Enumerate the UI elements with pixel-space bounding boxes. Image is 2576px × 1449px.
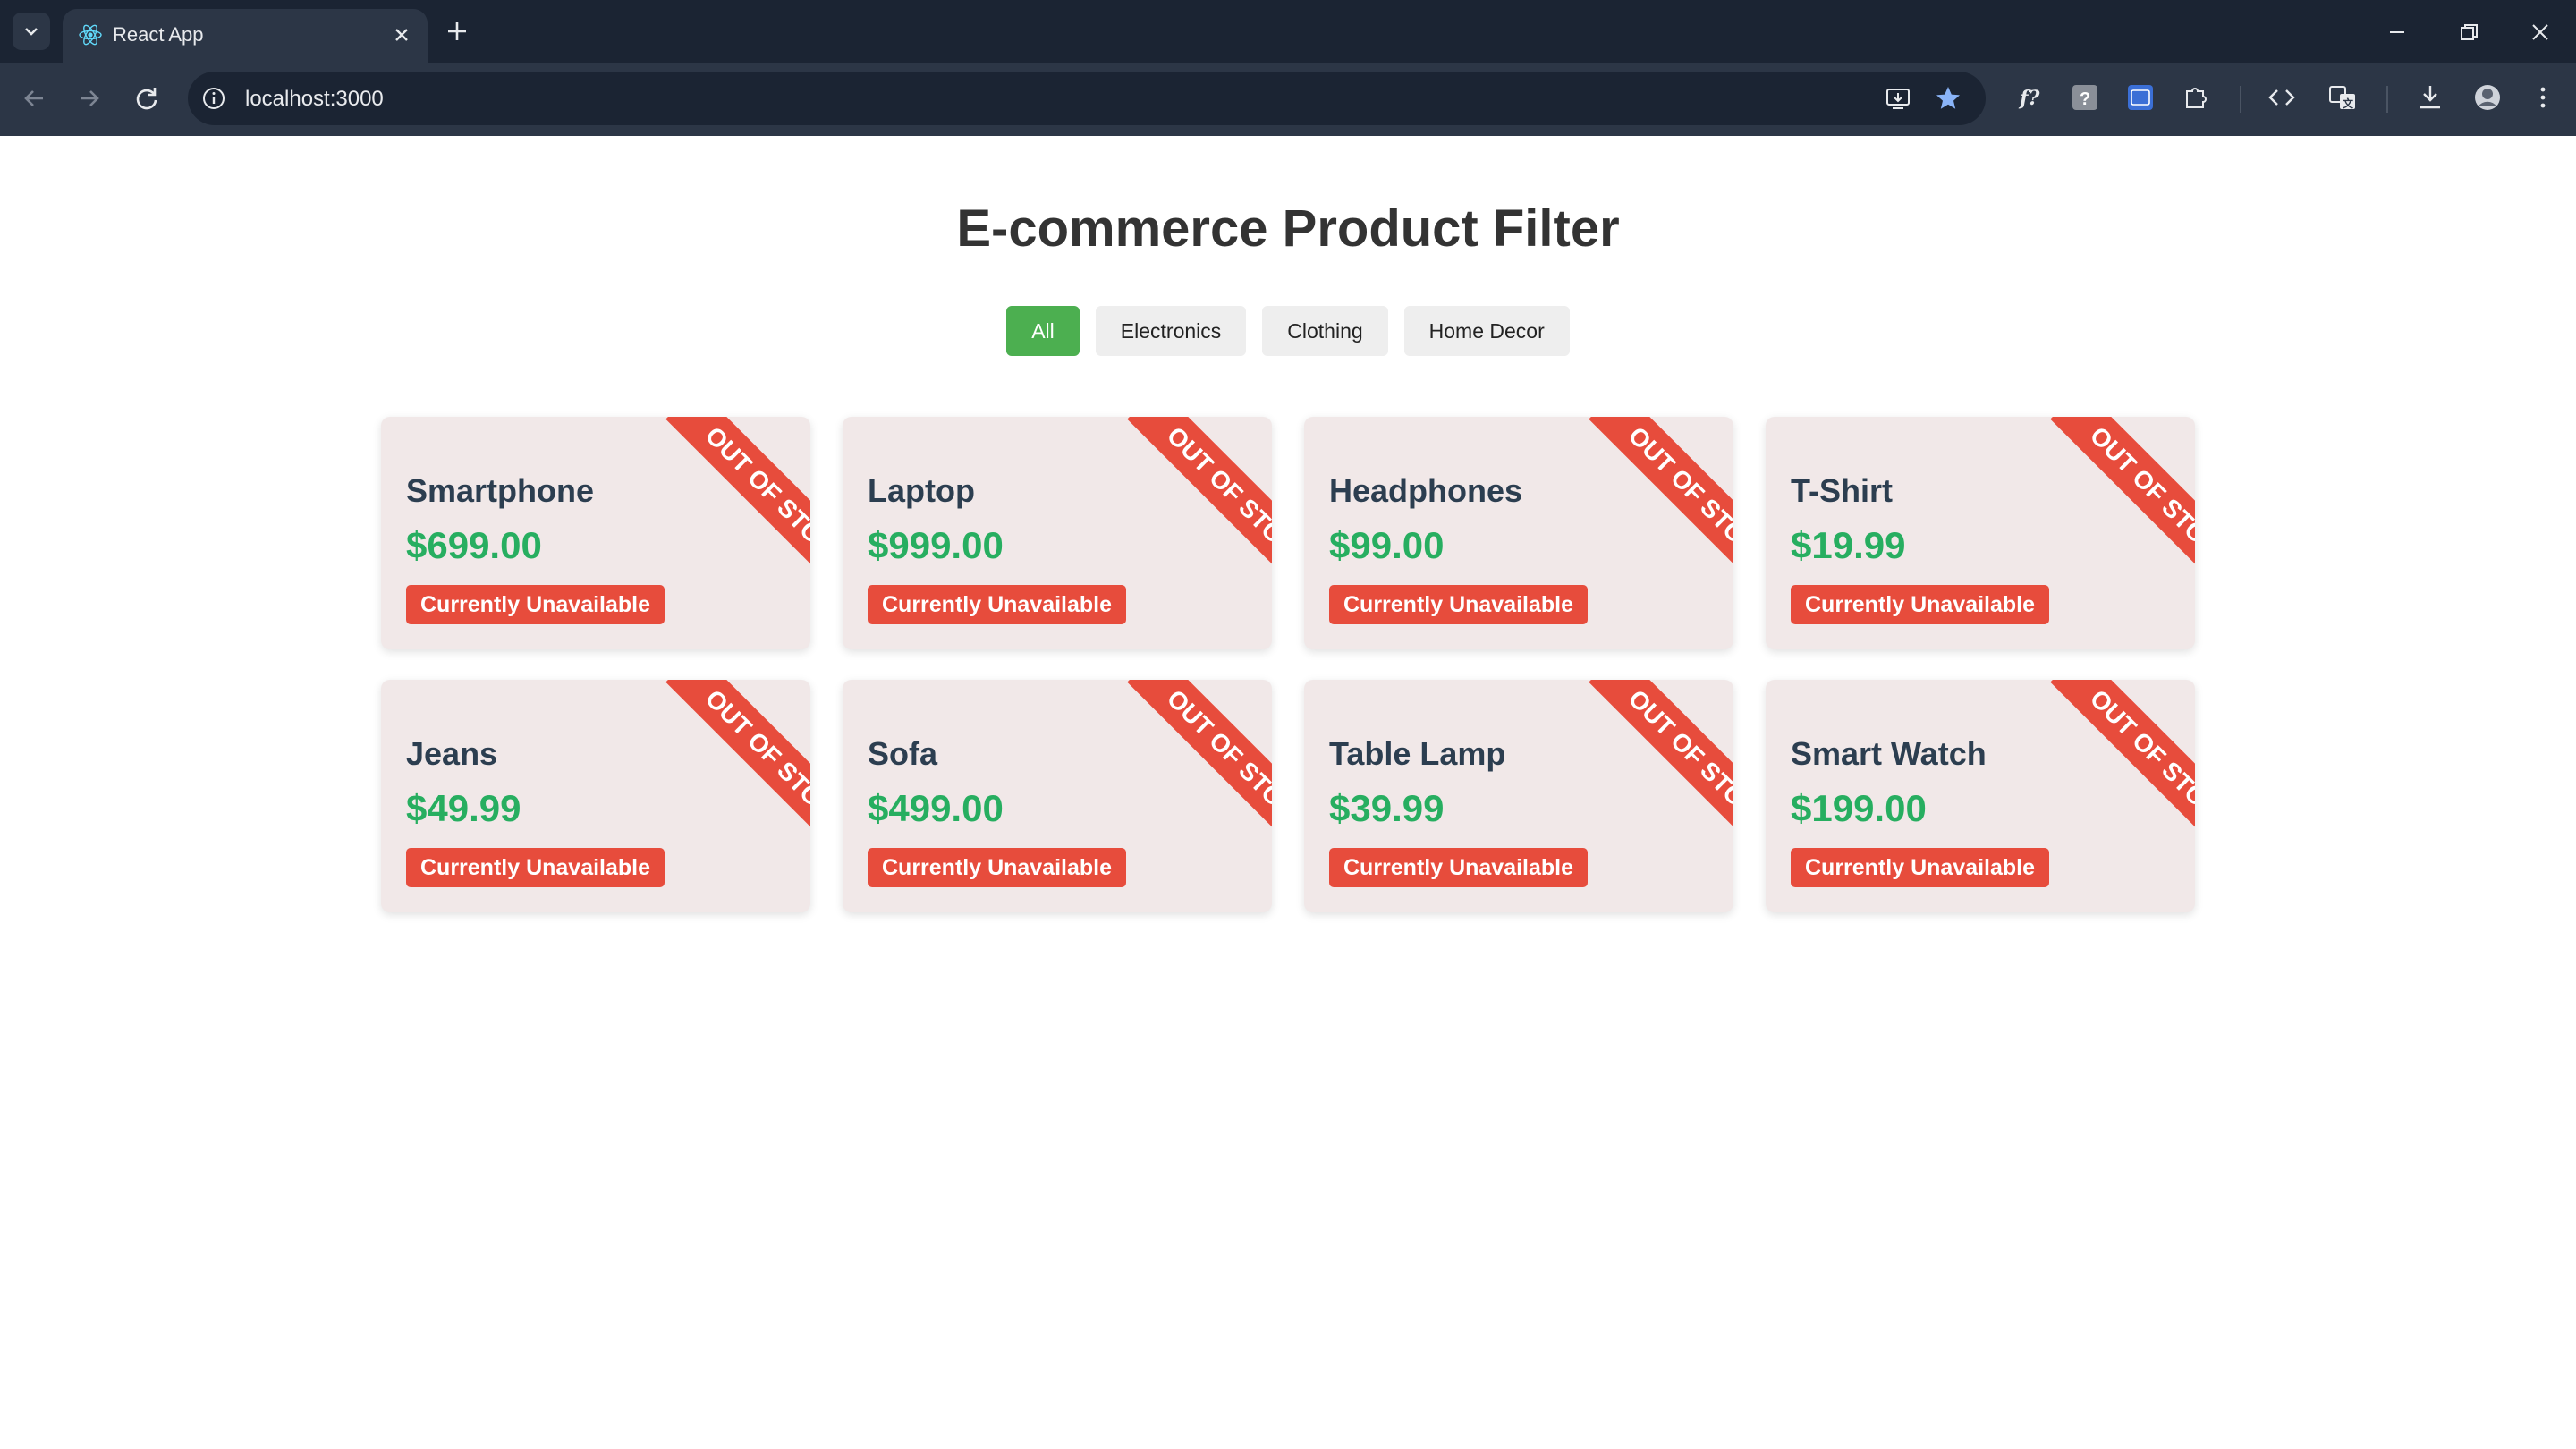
page-content: E-commerce Product Filter All Electronic… bbox=[0, 136, 2576, 1447]
svg-text:f?: f? bbox=[2018, 87, 2040, 110]
browser-tabstrip: React App bbox=[0, 0, 2576, 63]
product-price: $19.99 bbox=[1791, 524, 1906, 566]
close-window-icon[interactable] bbox=[2526, 18, 2555, 47]
css-extension-icon[interactable] bbox=[2125, 82, 2156, 113]
page-title: E-commerce Product Filter bbox=[956, 199, 1620, 258]
unavailable-badge: Currently Unavailable bbox=[406, 585, 665, 624]
unavailable-badge: Currently Unavailable bbox=[1791, 848, 2050, 887]
product-card[interactable]: OUT OF STOCK Table Lamp $39.99 Currently… bbox=[1304, 680, 1733, 912]
product-card[interactable]: OUT OF STOCK Smart Watch $199.00 Current… bbox=[1766, 680, 2195, 912]
address-bar[interactable]: localhost:3000 bbox=[188, 72, 1986, 125]
product-price: $49.99 bbox=[406, 787, 521, 829]
close-tab-icon[interactable] bbox=[388, 21, 415, 48]
reload-icon[interactable] bbox=[131, 82, 163, 114]
out-of-stock-ribbon: OUT OF STOCK bbox=[665, 417, 810, 596]
filter-home-decor-button[interactable]: Home Decor bbox=[1403, 306, 1570, 356]
ribbon-container: OUT OF STOCK bbox=[2016, 680, 2195, 859]
out-of-stock-ribbon: OUT OF STOCK bbox=[1589, 417, 1733, 596]
product-card[interactable]: OUT OF STOCK Smartphone $699.00 Currentl… bbox=[381, 417, 810, 649]
filter-electronics-button[interactable]: Electronics bbox=[1095, 306, 1247, 356]
product-name: T-Shirt bbox=[1791, 472, 1893, 509]
product-card[interactable]: OUT OF STOCK Jeans $49.99 Currently Unav… bbox=[381, 680, 810, 912]
svg-text:文: 文 bbox=[2343, 97, 2354, 110]
filter-all-button[interactable]: All bbox=[1006, 306, 1080, 356]
product-price: $999.00 bbox=[868, 524, 1004, 566]
product-price: $199.00 bbox=[1791, 787, 1927, 829]
unavailable-badge: Currently Unavailable bbox=[1791, 585, 2050, 624]
url-text: localhost:3000 bbox=[245, 87, 384, 111]
ribbon-container: OUT OF STOCK bbox=[1093, 680, 1272, 859]
unavailable-badge: Currently Unavailable bbox=[1329, 848, 1589, 887]
browser-toolbar: localhost:3000 f? ? 文 bbox=[0, 63, 2576, 136]
out-of-stock-ribbon: OUT OF STOCK bbox=[2050, 417, 2195, 596]
product-price: $499.00 bbox=[868, 787, 1004, 829]
product-name: Smart Watch bbox=[1791, 735, 1987, 772]
category-filter-bar: All Electronics Clothing Home Decor bbox=[0, 306, 2576, 356]
product-name: Laptop bbox=[868, 472, 975, 509]
forward-icon[interactable] bbox=[73, 82, 106, 114]
ribbon-container: OUT OF STOCK bbox=[631, 417, 810, 596]
react-logo-icon bbox=[79, 24, 102, 46]
product-name: Table Lamp bbox=[1329, 735, 1506, 772]
filter-clothing-button[interactable]: Clothing bbox=[1262, 306, 1388, 356]
out-of-stock-ribbon: OUT OF STOCK bbox=[1589, 680, 1733, 859]
browser-tab[interactable]: React App bbox=[63, 9, 428, 63]
product-card[interactable]: OUT OF STOCK T-Shirt $19.99 Currently Un… bbox=[1766, 417, 2195, 649]
bookmark-star-icon[interactable] bbox=[1934, 84, 1962, 113]
ribbon-container: OUT OF STOCK bbox=[1555, 417, 1733, 596]
profile-avatar-icon[interactable] bbox=[2472, 82, 2503, 113]
product-card[interactable]: OUT OF STOCK Laptop $999.00 Currently Un… bbox=[843, 417, 1272, 649]
browser-menu-icon[interactable] bbox=[2528, 82, 2558, 113]
chevron-down-icon bbox=[25, 28, 38, 36]
svg-text:?: ? bbox=[2080, 89, 2090, 109]
product-name: Jeans bbox=[406, 735, 498, 772]
toolbar-separator bbox=[2240, 86, 2241, 113]
out-of-stock-ribbon: OUT OF STOCK bbox=[1127, 680, 1272, 859]
ribbon-container: OUT OF STOCK bbox=[631, 680, 810, 859]
ribbon-container: OUT OF STOCK bbox=[2016, 417, 2195, 596]
code-icon[interactable] bbox=[2267, 82, 2297, 113]
out-of-stock-ribbon: OUT OF STOCK bbox=[1127, 417, 1272, 596]
product-card[interactable]: OUT OF STOCK Headphones $99.00 Currently… bbox=[1304, 417, 1733, 649]
unavailable-badge: Currently Unavailable bbox=[868, 585, 1127, 624]
help-extension-icon[interactable]: ? bbox=[2070, 82, 2100, 113]
product-card[interactable]: OUT OF STOCK Sofa $499.00 Currently Unav… bbox=[843, 680, 1272, 912]
minimize-icon[interactable] bbox=[2383, 18, 2411, 47]
downloads-icon[interactable] bbox=[2415, 82, 2445, 113]
product-price: $699.00 bbox=[406, 524, 542, 566]
site-info-icon[interactable] bbox=[200, 85, 227, 112]
product-name: Sofa bbox=[868, 735, 938, 772]
tab-title: React App bbox=[113, 23, 204, 46]
out-of-stock-ribbon: OUT OF STOCK bbox=[665, 680, 810, 859]
unavailable-badge: Currently Unavailable bbox=[406, 848, 665, 887]
translate-icon[interactable]: 文 bbox=[2327, 82, 2358, 113]
product-price: $39.99 bbox=[1329, 787, 1445, 829]
unavailable-badge: Currently Unavailable bbox=[1329, 585, 1589, 624]
new-tab-icon[interactable] bbox=[444, 18, 470, 45]
tab-search-button[interactable] bbox=[13, 13, 50, 50]
out-of-stock-ribbon: OUT OF STOCK bbox=[2050, 680, 2195, 859]
toolbar-separator bbox=[2386, 86, 2388, 113]
product-price: $99.00 bbox=[1329, 524, 1445, 566]
unavailable-badge: Currently Unavailable bbox=[868, 848, 1127, 887]
install-app-icon[interactable] bbox=[1884, 84, 1912, 113]
extensions-puzzle-icon[interactable] bbox=[2181, 82, 2211, 113]
ribbon-container: OUT OF STOCK bbox=[1555, 680, 1733, 859]
product-name: Smartphone bbox=[406, 472, 595, 509]
product-grid: OUT OF STOCK Smartphone $699.00 Currentl… bbox=[381, 417, 2197, 912]
restore-icon[interactable] bbox=[2454, 18, 2483, 47]
back-icon[interactable] bbox=[18, 82, 50, 114]
product-name: Headphones bbox=[1329, 472, 1523, 509]
ribbon-container: OUT OF STOCK bbox=[1093, 417, 1272, 596]
font-finder-extension-icon[interactable]: f? bbox=[2014, 82, 2045, 113]
